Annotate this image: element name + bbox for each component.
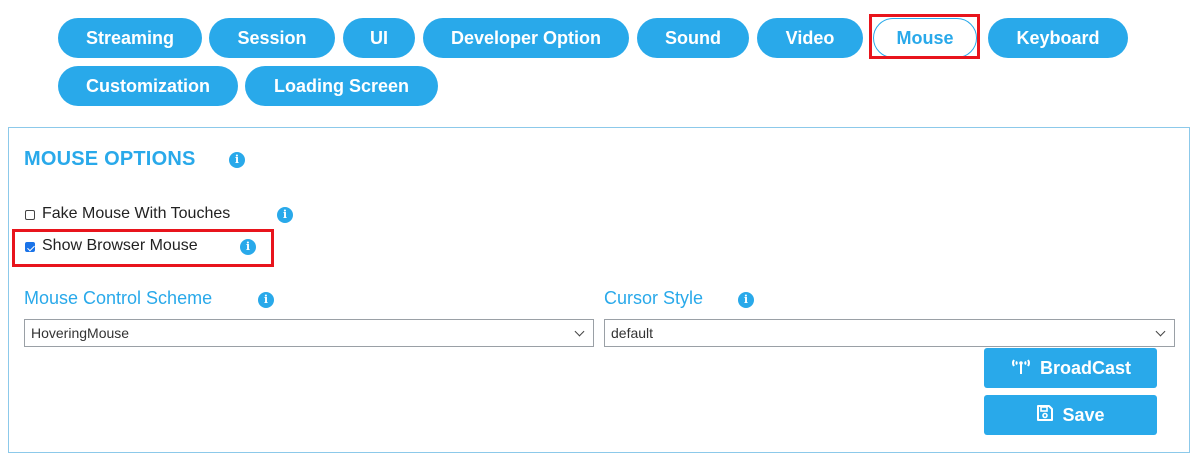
antenna-icon — [1010, 349, 1032, 389]
cursor-style-label: Cursor Style — [604, 288, 704, 308]
tab-ui[interactable]: UI — [343, 18, 415, 58]
cursor-style-value: default — [611, 325, 654, 341]
show-browser-mouse-label: Show Browser Mouse — [42, 237, 198, 254]
info-icon[interactable]: i — [229, 152, 245, 168]
cursor-style-select[interactable]: default — [604, 319, 1175, 347]
mouse-control-scheme-select[interactable]: HoveringMouse — [24, 319, 594, 347]
tab-keyboard[interactable]: Keyboard — [988, 18, 1128, 58]
fake-mouse-label: Fake Mouse With Touches — [42, 205, 231, 222]
tab-mouse[interactable]: Mouse — [873, 18, 977, 58]
show-browser-mouse-checkbox[interactable] — [25, 242, 35, 252]
chevron-down-icon — [574, 326, 585, 337]
tab-developer-option[interactable]: Developer Option — [423, 18, 629, 58]
mouse-control-scheme-value: HoveringMouse — [31, 325, 130, 341]
tab-video[interactable]: Video — [757, 18, 863, 58]
tab-session[interactable]: Session — [209, 18, 335, 58]
info-icon[interactable]: i — [738, 292, 754, 308]
broadcast-label: BroadCast — [1039, 358, 1132, 378]
tab-sound[interactable]: Sound — [637, 18, 749, 58]
info-icon[interactable]: i — [258, 292, 274, 308]
save-button[interactable]: Save — [984, 395, 1157, 435]
info-icon[interactable]: i — [277, 207, 293, 223]
fake-mouse-checkbox[interactable] — [25, 210, 35, 220]
tab-streaming[interactable]: Streaming — [58, 18, 202, 58]
broadcast-button[interactable]: BroadCast — [984, 348, 1157, 388]
tab-loading-screen[interactable]: Loading Screen — [245, 66, 438, 106]
floppy-disk-icon — [1036, 396, 1054, 436]
save-label: Save — [1062, 405, 1105, 425]
tab-customization[interactable]: Customization — [58, 66, 238, 106]
info-icon[interactable]: i — [240, 239, 256, 255]
panel-title: MOUSE OPTIONS — [24, 148, 196, 170]
chevron-down-icon — [1155, 326, 1166, 337]
mouse-control-scheme-label: Mouse Control Scheme — [24, 288, 213, 308]
